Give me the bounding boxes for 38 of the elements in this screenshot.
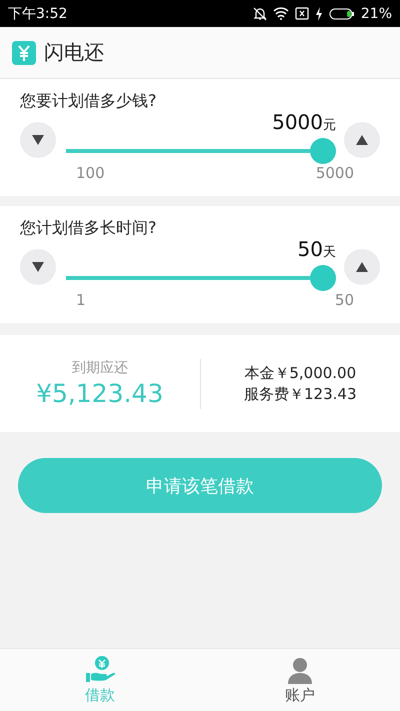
slider-thumb[interactable] bbox=[310, 265, 336, 291]
slider-value: 50 bbox=[298, 238, 323, 260]
due-label: 到期应还 bbox=[72, 359, 128, 377]
slider-max: 50 bbox=[334, 291, 354, 309]
bolt-icon bbox=[314, 6, 323, 20]
principal-text: 本金￥5,000.00 bbox=[244, 364, 356, 382]
increase-button[interactable] bbox=[344, 249, 380, 285]
triangle-down-icon bbox=[32, 135, 44, 145]
slider-min: 1 bbox=[76, 291, 86, 309]
battery-icon bbox=[328, 8, 355, 20]
wifi-icon bbox=[272, 7, 289, 20]
sim-x-icon bbox=[294, 7, 309, 20]
app-title: 闪电还 bbox=[44, 39, 104, 66]
bell-off-icon bbox=[252, 6, 267, 20]
slider-thumb[interactable] bbox=[310, 138, 336, 164]
slider-max: 5000 bbox=[316, 164, 354, 182]
fee-text: 服务费￥123.43 bbox=[244, 384, 356, 404]
triangle-down-icon bbox=[32, 262, 44, 272]
due-amount: ¥5,123.43 bbox=[36, 379, 164, 408]
slider-value: 5000 bbox=[272, 111, 323, 133]
yen-logo-icon bbox=[12, 40, 36, 64]
battery-percent: 21% bbox=[360, 6, 392, 22]
decrease-button[interactable] bbox=[20, 249, 56, 285]
slider-min: 100 bbox=[76, 164, 105, 182]
slider-question: 您计划借多长时间? bbox=[20, 218, 156, 239]
person-icon bbox=[286, 656, 314, 684]
increase-button[interactable] bbox=[344, 122, 380, 158]
slider-unit: 元 bbox=[323, 117, 336, 135]
status-time: 下午3:52 bbox=[8, 4, 68, 22]
hand-coin-icon bbox=[84, 656, 116, 684]
apply-button[interactable]: 申请该笔借款 bbox=[18, 458, 382, 513]
slider-question: 您要计划借多少钱? bbox=[20, 91, 156, 112]
nav-tab[interactable]: 借款 bbox=[0, 649, 200, 711]
triangle-up-icon bbox=[356, 262, 368, 272]
nav-tab[interactable]: 账户 bbox=[200, 649, 400, 711]
triangle-up-icon bbox=[356, 135, 368, 145]
slider-unit: 天 bbox=[323, 244, 336, 262]
decrease-button[interactable] bbox=[20, 122, 56, 158]
